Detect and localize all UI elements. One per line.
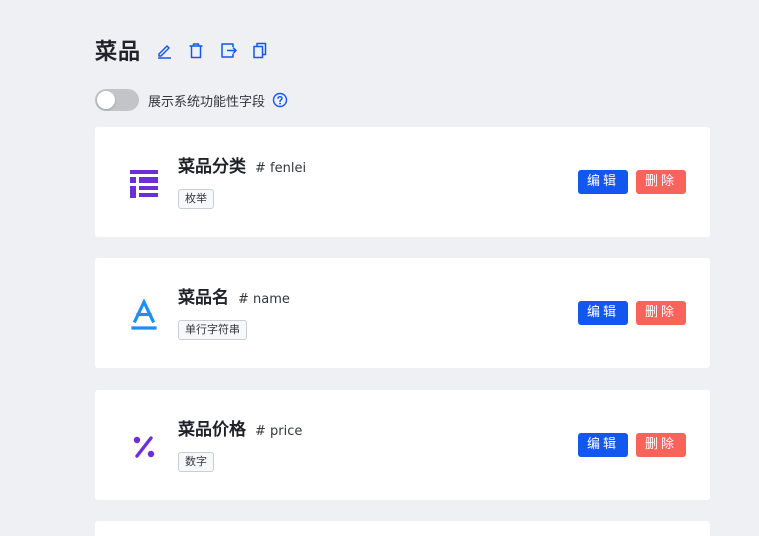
text-a-icon [127, 298, 161, 332]
toggle-label: 展示系统功能性字段 [148, 94, 266, 110]
model-detail-page: 菜品 展示系统功能性字段 菜品分类 # fenlei 枚举 编辑 删除 菜品名 … [0, 0, 759, 536]
field-type-badge: 枚举 [178, 189, 214, 209]
toggle-knob [97, 91, 115, 109]
field-title: 菜品分类 # fenlei [178, 152, 306, 177]
page-title: 菜品 [95, 40, 142, 65]
field-key: # fenlei [255, 161, 307, 176]
help-icon[interactable] [272, 92, 288, 108]
field-name: 菜品分类 [178, 157, 246, 177]
field-name: 菜品名 [178, 288, 229, 308]
edit-button[interactable]: 编辑 [578, 301, 628, 325]
delete-button[interactable]: 删除 [636, 170, 686, 194]
field-title: 菜品名 # name [178, 283, 290, 308]
trash-icon[interactable] [187, 41, 205, 59]
edit-icon[interactable] [155, 41, 173, 59]
field-name: 菜品价格 [178, 420, 246, 440]
edit-button[interactable]: 编辑 [578, 433, 628, 457]
field-type-badge: 单行字符串 [178, 320, 247, 340]
field-card: 菜品价格 # price 数字 编辑 删除 [95, 390, 710, 500]
header: 菜品 [95, 34, 269, 66]
delete-button[interactable]: 删除 [636, 301, 686, 325]
system-fields-toggle-row: 展示系统功能性字段 [95, 89, 288, 111]
field-card-partial [95, 521, 710, 536]
percent-number-icon [127, 430, 161, 464]
field-card: 菜品分类 # fenlei 枚举 编辑 删除 [95, 127, 710, 237]
field-card: 菜品名 # name 单行字符串 编辑 删除 [95, 258, 710, 368]
field-type-badge: 数字 [178, 452, 214, 472]
copy-icon[interactable] [251, 41, 269, 59]
field-title: 菜品价格 # price [178, 415, 302, 440]
delete-button[interactable]: 删除 [636, 433, 686, 457]
field-key: # name [238, 292, 290, 307]
enum-list-icon [127, 167, 161, 201]
export-icon[interactable] [219, 41, 237, 59]
field-key: # price [255, 424, 303, 439]
edit-button[interactable]: 编辑 [578, 170, 628, 194]
system-fields-toggle[interactable] [95, 89, 139, 111]
